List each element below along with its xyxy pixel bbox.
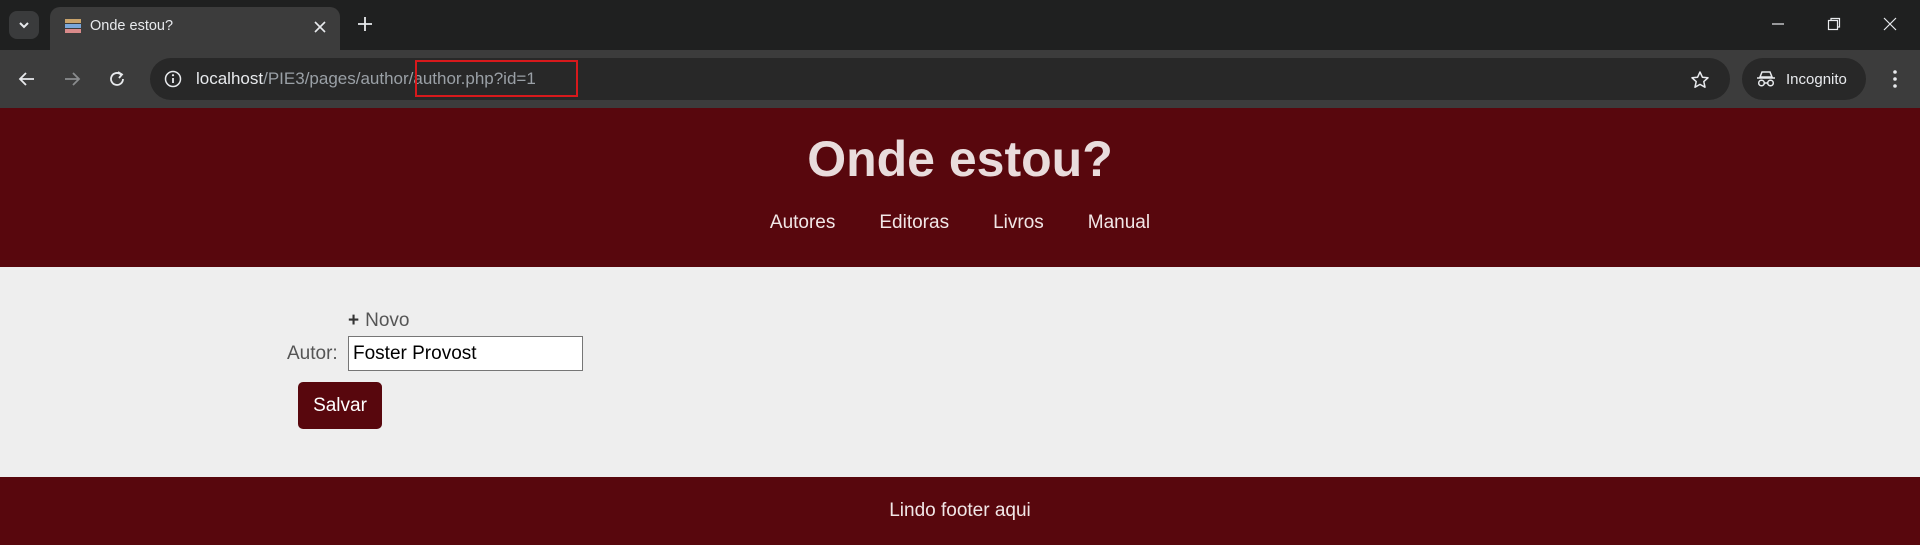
browser-menu-button[interactable] [1880,64,1910,94]
reload-button[interactable] [101,63,133,95]
site-header: Onde estou? Autores Editoras Livros Manu… [0,108,1920,267]
site-nav: Autores Editoras Livros Manual [0,212,1920,234]
save-button[interactable]: Salvar [298,382,382,429]
new-tab-button[interactable] [352,11,378,37]
star-icon [1691,71,1709,88]
forward-button[interactable] [56,63,88,95]
address-bar[interactable]: localhost/PIE3/pages/author/author.php?i… [150,58,1730,100]
nav-link-manual[interactable]: Manual [1066,212,1172,234]
browser-tab[interactable]: Onde estou? [50,7,340,50]
footer-text: Lindo footer aqui [889,500,1031,521]
incognito-label: Incognito [1786,70,1847,88]
close-window-button[interactable] [1870,8,1910,40]
author-input[interactable] [348,336,583,371]
minimize-button[interactable] [1758,8,1798,40]
reload-icon [110,71,124,86]
author-label: Autor: [287,343,338,364]
nav-link-autores[interactable]: Autores [748,212,857,234]
nav-link-livros[interactable]: Livros [971,212,1066,234]
tab-search-button[interactable] [9,11,39,39]
site-info-button[interactable] [160,66,186,92]
url-highlight-box [415,60,578,97]
incognito-icon [1757,71,1775,87]
bookmark-button[interactable] [1686,66,1714,94]
restore-button[interactable] [1814,8,1854,40]
close-icon [314,21,326,33]
url-host: localhost [196,69,264,88]
main-content: +Novo Autor: Salvar [0,267,1920,477]
restore-icon [1827,17,1841,31]
minimize-icon [1772,23,1784,25]
plus-glyph: + [348,310,360,331]
browser-tab-bar: Onde estou? [0,0,1920,50]
new-author-link[interactable]: + Novo [348,310,409,332]
books-favicon-icon [65,19,81,33]
more-vert-icon [1893,70,1897,88]
new-author-label: Novo [365,310,410,331]
back-button[interactable] [11,63,43,95]
nav-link-editoras[interactable]: Editoras [857,212,971,234]
plus-icon [358,17,372,31]
tab-title: Onde estou? [90,18,174,34]
browser-toolbar: localhost/PIE3/pages/author/author.php?i… [0,50,1920,108]
arrow-right-icon [65,72,81,86]
info-icon [164,70,182,88]
incognito-indicator[interactable]: Incognito [1742,58,1866,100]
chevron-down-icon [19,22,29,29]
tab-close-button[interactable] [309,16,331,38]
site-title: Onde estou? [807,131,1113,187]
close-window-icon [1883,17,1897,31]
arrow-left-icon [18,72,34,86]
site-footer: Lindo footer aqui [0,477,1920,545]
